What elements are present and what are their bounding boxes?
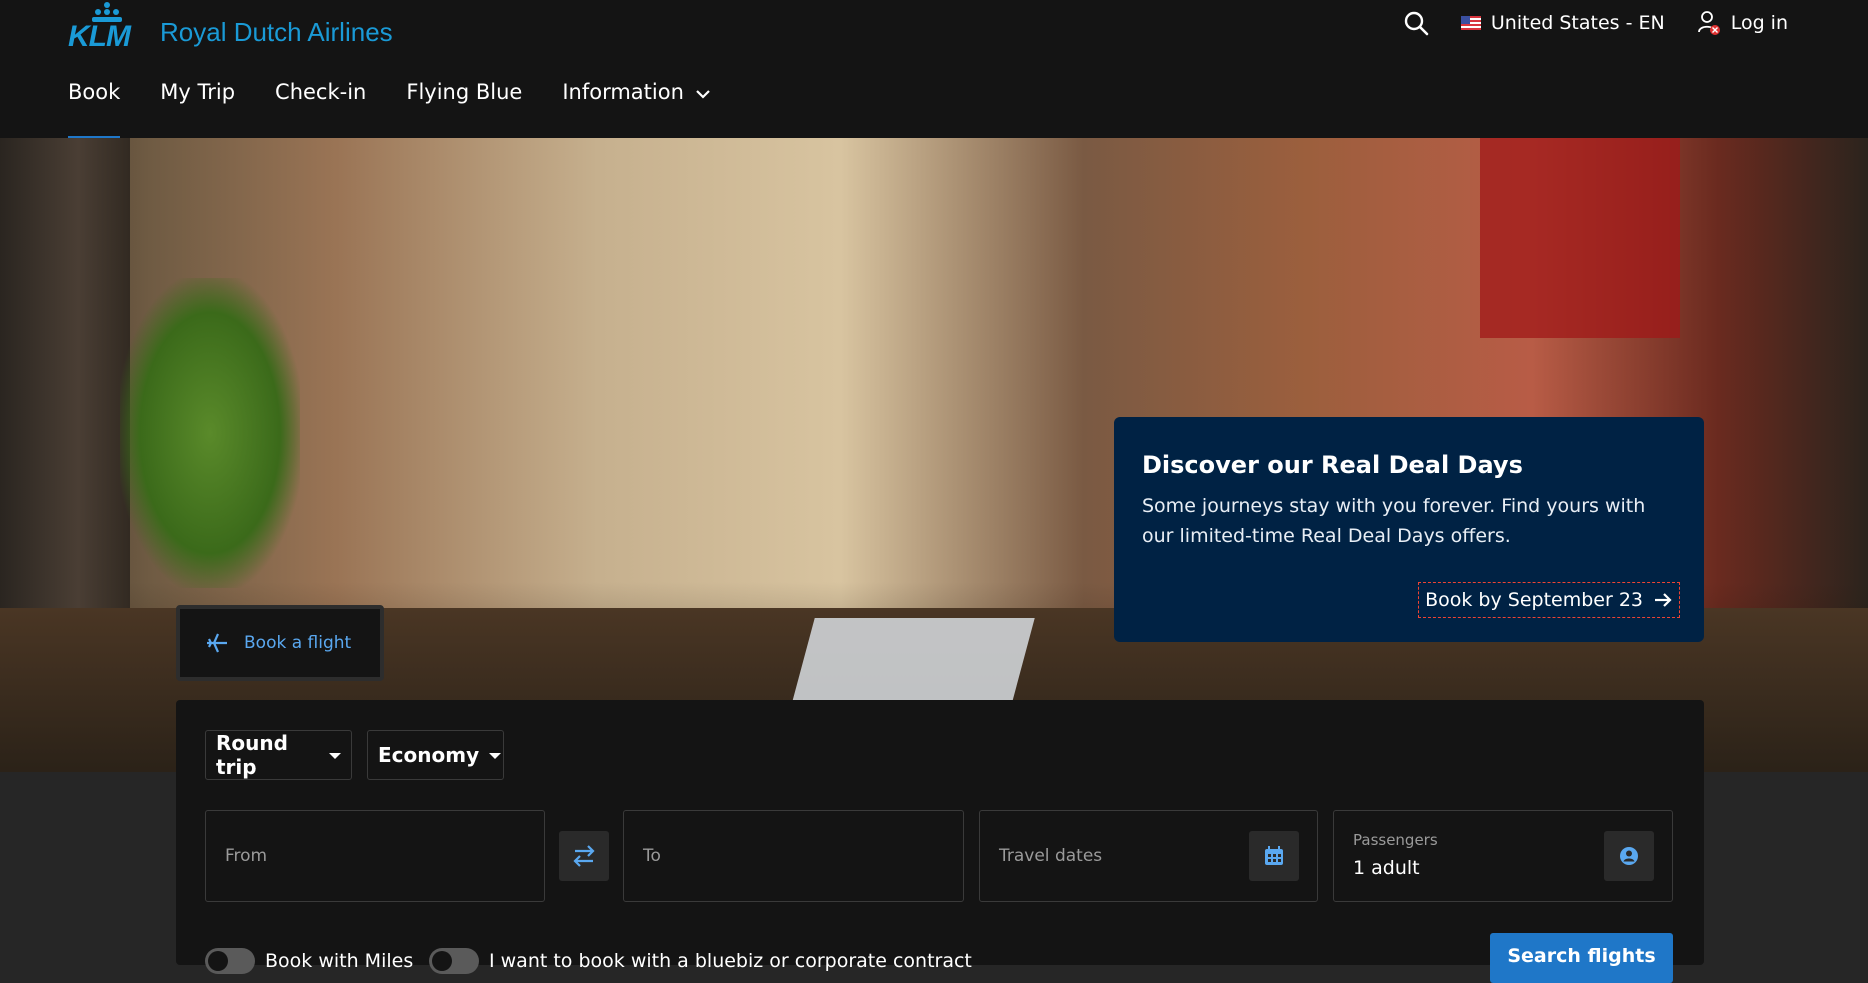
nav-label: Book [68, 80, 121, 104]
red-building [1480, 138, 1680, 338]
user-icon [1697, 11, 1720, 35]
miles-toggle[interactable] [205, 948, 255, 974]
caret-down-icon [329, 753, 341, 759]
nav-label: Flying Blue [406, 80, 523, 104]
promo-link[interactable]: Book by September 23 [1418, 582, 1680, 618]
to-placeholder: To [643, 846, 661, 866]
promo-link-label: Book by September 23 [1425, 589, 1643, 611]
login-button[interactable]: Log in [1697, 10, 1788, 36]
nav-item-book[interactable]: Book [68, 80, 121, 140]
nav-item-flying-blue[interactable]: Flying Blue [406, 80, 522, 140]
cabin-class-value: Economy [378, 743, 480, 767]
search-button[interactable] [1403, 10, 1429, 36]
travel-dates-field[interactable]: Travel dates [979, 810, 1318, 902]
passengers-label: Passengers [1353, 831, 1438, 849]
main-nav: Book My Trip Check-in Flying Blue Inform… [68, 80, 712, 140]
travel-dates-placeholder: Travel dates [999, 846, 1103, 866]
corporate-toggle-label: I want to book with a bluebiz or corpora… [489, 950, 972, 972]
booking-panel: Round trip Economy From To Travel dates [176, 700, 1704, 983]
site-header: KLM Royal Dutch Airlines United States -… [0, 0, 1868, 140]
swap-icon [573, 845, 595, 867]
passengers-button[interactable] [1604, 831, 1654, 881]
corporate-toggle-row: I want to book with a bluebiz or corpora… [429, 948, 972, 974]
arrow-right-icon [1655, 593, 1672, 607]
passengers-value: 1 adult [1353, 857, 1420, 879]
person-icon [1620, 847, 1638, 865]
cabin-class-dropdown[interactable]: Economy [367, 730, 504, 780]
miles-toggle-label: Book with Miles [265, 950, 414, 972]
from-placeholder: From [225, 846, 268, 866]
greenery [120, 278, 300, 588]
swap-airports-button[interactable] [559, 831, 609, 881]
nav-label: Information [562, 80, 684, 104]
caret-down-icon [489, 753, 502, 759]
brand-name: Royal Dutch Airlines [160, 17, 393, 47]
trip-type-value: Round trip [216, 731, 288, 779]
region-selector[interactable]: United States - EN [1460, 12, 1665, 34]
passengers-field[interactable]: Passengers 1 adult [1333, 810, 1673, 902]
klm-logo-mark: KLM [68, 2, 146, 53]
miles-toggle-row: Book with Miles [205, 948, 413, 974]
us-flag-icon [1460, 16, 1481, 30]
klm-logo[interactable]: KLM Royal Dutch Airlines [68, 0, 393, 53]
promo-card: Discover our Real Deal Days Some journey… [1114, 417, 1704, 642]
logo-klm-text: KLM [68, 20, 131, 53]
promo-body: Some journeys stay with you forever. Fin… [1142, 495, 1646, 547]
to-field[interactable]: To [623, 810, 964, 902]
utility-bar: United States - EN Log in [1403, 10, 1788, 36]
search-icon [1404, 11, 1429, 36]
tab-book-a-flight[interactable]: Book a flight [176, 605, 384, 681]
search-flights-label: Search flights [1507, 945, 1656, 967]
search-flights-button[interactable]: Search flights [1490, 933, 1673, 983]
nav-label: My Trip [160, 80, 236, 104]
chevron-down-icon [696, 90, 710, 99]
login-label: Log in [1730, 12, 1788, 34]
airplane-icon [207, 633, 227, 653]
promo-title: Discover our Real Deal Days [1142, 451, 1523, 479]
corporate-toggle[interactable] [429, 948, 479, 974]
calendar-icon [1265, 846, 1283, 865]
calendar-button[interactable] [1249, 831, 1299, 881]
from-field[interactable]: From [205, 810, 545, 902]
nav-item-check-in[interactable]: Check-in [275, 80, 366, 140]
nav-item-my-trip[interactable]: My Trip [160, 80, 235, 140]
tab-label: Book a flight [244, 633, 352, 653]
nav-item-information[interactable]: Information [562, 80, 712, 140]
trip-type-dropdown[interactable]: Round trip [205, 730, 352, 780]
nav-label: Check-in [275, 80, 367, 104]
region-label: United States - EN [1490, 12, 1665, 34]
